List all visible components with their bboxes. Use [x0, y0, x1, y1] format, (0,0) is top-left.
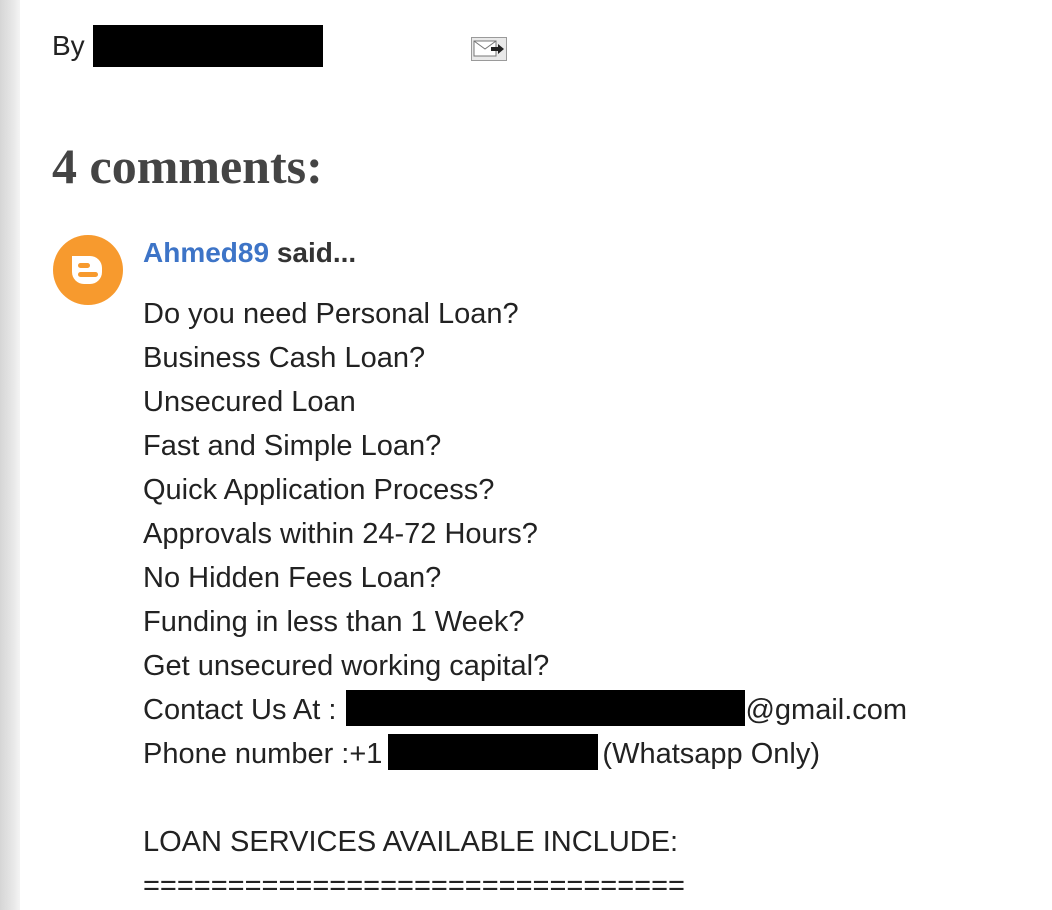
comment-line: Funding in less than 1 Week?: [143, 606, 525, 638]
comment-line: Unsecured Loan: [143, 386, 356, 418]
comments-heading: 4 comments:: [52, 138, 323, 194]
redacted-author-name: [92, 25, 323, 67]
comment-line: Do you need Personal Loan?: [143, 298, 519, 330]
redacted-phone: [388, 734, 599, 770]
contact-line: Contact Us At : @gmail.com: [143, 688, 1023, 732]
divider-line: ================================: [143, 870, 685, 902]
phone-prefix: Phone number :+1: [143, 738, 383, 770]
comment-said-label: said...: [276, 237, 357, 268]
comment-body: Do you need Personal Loan? Business Cash…: [143, 292, 1023, 908]
comment-author-link[interactable]: Ahmed89: [143, 237, 269, 268]
post-byline: By: [52, 24, 323, 68]
email-post-icon[interactable]: [471, 37, 507, 61]
comment-header: Ahmed89 said...: [143, 234, 356, 272]
comment-line: Quick Application Process?: [143, 474, 495, 506]
comment-line: Fast and Simple Loan?: [143, 430, 442, 462]
comment-line: Get unsecured working capital?: [143, 650, 550, 682]
phone-line: Phone number :+1 (Whatsapp Only): [143, 732, 1023, 776]
byline-label: By: [52, 30, 85, 61]
redacted-email: [346, 690, 746, 726]
comment-line: No Hidden Fees Loan?: [143, 562, 442, 594]
comment-line: Approvals within 24-72 Hours?: [143, 518, 538, 550]
services-heading: LOAN SERVICES AVAILABLE INCLUDE:: [143, 826, 679, 858]
blogger-avatar-icon[interactable]: [52, 234, 124, 306]
contact-prefix: Contact Us At :: [143, 694, 345, 726]
left-border: [0, 0, 20, 910]
contact-suffix: @gmail.com: [745, 694, 908, 726]
phone-suffix: (Whatsapp Only): [602, 738, 820, 770]
comment-line: Business Cash Loan?: [143, 342, 426, 374]
